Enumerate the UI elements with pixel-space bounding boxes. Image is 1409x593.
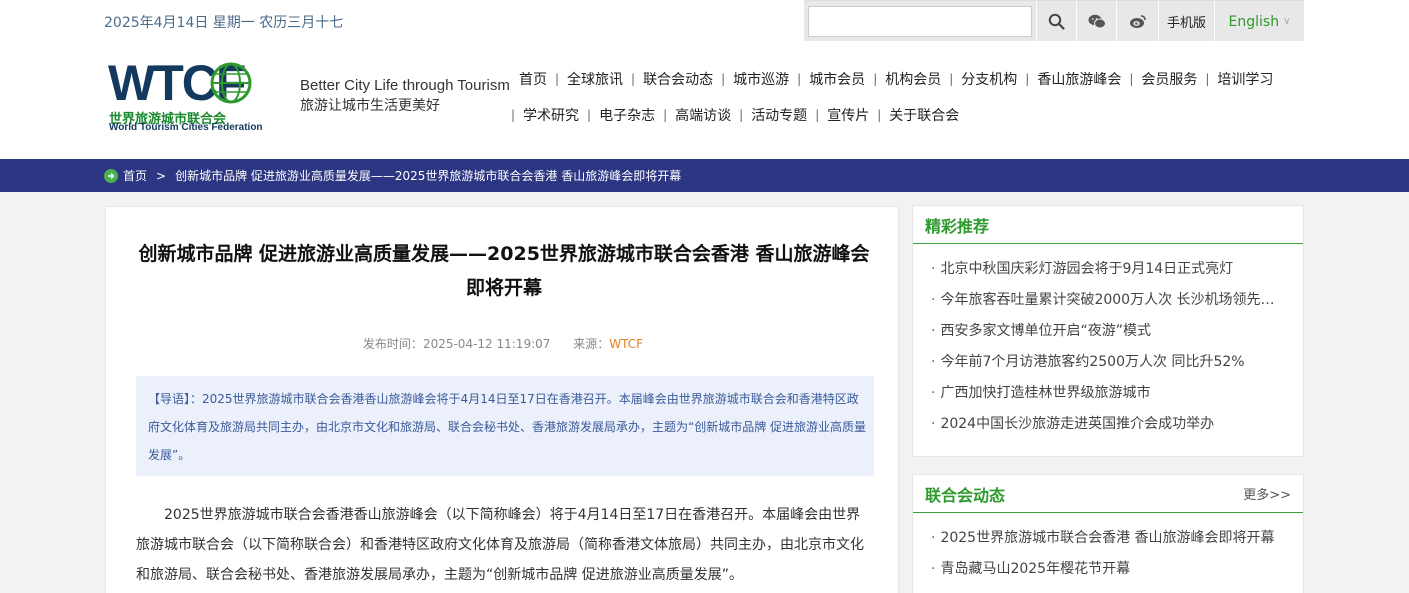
language-switch[interactable]: English ∨: [1214, 1, 1304, 42]
nav-item-e-magazine[interactable]: 电子杂志: [591, 105, 663, 125]
source-value: WTCF: [609, 337, 644, 351]
main-nav-row2: | 学术研究 | 电子杂志 | 高端访谈 | 活动专题 | 宣传片 | 关于联合会: [511, 105, 1311, 125]
breadcrumb: 首页 > 创新城市品牌 促进旅游业高质量发展——2025世界旅游城市联合会香港 …: [104, 159, 681, 192]
search-input[interactable]: [808, 6, 1032, 37]
nav-item-research[interactable]: 学术研究: [515, 105, 587, 125]
slogan-english: Better City Life through Tourism: [300, 77, 510, 94]
list-item[interactable]: 今年前7个月访港旅客约2500万人次 同比升52%: [931, 347, 1285, 378]
source-label: 来源：: [573, 337, 610, 351]
nav-item-event-topics[interactable]: 活动专题: [743, 105, 815, 125]
slogan-chinese: 旅游让城市生活更美好: [300, 98, 440, 114]
list-item[interactable]: 广西加快打造桂林世界级旅游城市: [931, 378, 1285, 409]
list-item[interactable]: 青岛藏马山2025年樱花节开幕: [931, 554, 1285, 585]
language-label: English: [1228, 13, 1280, 30]
slogan: Better City Life through Tourism 旅游让城市生活…: [300, 76, 510, 116]
chevron-down-icon: ∨: [1283, 16, 1291, 27]
list-item[interactable]: 2025世界旅游城市联合会香港 香山旅游峰会即将开幕: [931, 523, 1285, 554]
search-icon: [1048, 13, 1065, 30]
search-box: [804, 1, 1036, 42]
featured-header: 精彩推荐: [913, 206, 1303, 244]
federation-news-header: 联合会动态 更多>>: [913, 475, 1303, 513]
federation-news-panel: 联合会动态 更多>> 2025世界旅游城市联合会香港 香山旅游峰会即将开幕 青岛…: [912, 474, 1304, 593]
weibo-icon: [1129, 15, 1146, 28]
globe-icon: [210, 62, 252, 104]
publish-time: 2025-04-12 11:19:07: [422, 337, 551, 351]
lead-text: 2025世界旅游城市联合会香港香山旅游峰会将于4月14日至17日在香港召开。本届…: [148, 392, 867, 462]
nav-item-member-services[interactable]: 会员服务: [1133, 69, 1205, 89]
nav-item-institution-members[interactable]: 机构会员: [877, 69, 949, 89]
top-toolbar: 手机版 English ∨: [804, 0, 1304, 42]
article-meta: 发布时间：2025-04-12 11:19:07 来源：WTCF: [106, 335, 900, 352]
nav-item-xiangshan-summit[interactable]: 香山旅游峰会: [1029, 69, 1129, 89]
article-panel: 创新城市品牌 促进旅游业高质量发展——2025世界旅游城市联合会香港 香山旅游峰…: [105, 206, 899, 593]
breadcrumb-separator: >: [156, 168, 167, 183]
nav-item-promo-videos[interactable]: 宣传片: [819, 105, 877, 125]
more-link[interactable]: 更多>>: [1243, 484, 1291, 503]
nav-item-interviews[interactable]: 高端访谈: [667, 105, 739, 125]
federation-news-title: 联合会动态: [925, 485, 1006, 505]
article-lead: 【导语】：2025世界旅游城市联合会香港香山旅游峰会将于4月14日至17日在香港…: [136, 376, 874, 476]
site-logo[interactable]: WTCF 世界旅游城市联合会 World Tourism Cities Fede…: [108, 58, 278, 136]
list-item[interactable]: 西安多家文博单位开启“夜游”模式: [931, 316, 1285, 347]
nav-item-global-news[interactable]: 全球旅讯: [559, 69, 631, 89]
list-item[interactable]: 2024中国长沙旅游走进英国推介会成功举办: [931, 409, 1285, 440]
wechat-button[interactable]: [1076, 1, 1116, 42]
list-item[interactable]: 北京中秋国庆彩灯游园会将于9月14日正式亮灯: [931, 254, 1285, 285]
nav-item-federation-news[interactable]: 联合会动态: [635, 69, 721, 89]
featured-panel: 精彩推荐 北京中秋国庆彩灯游园会将于9月14日正式亮灯 今年旅客吞吐量累计突破2…: [912, 205, 1304, 457]
lead-label: 【导语】：: [148, 392, 203, 406]
nav-item-city-members[interactable]: 城市会员: [801, 69, 873, 89]
publish-label: 发布时间：: [362, 337, 423, 351]
main-nav-row1: 首页 | 全球旅讯 | 联合会动态 | 城市巡游 | 城市会员 | 机构会员 | 分支机构 |…: [511, 69, 1311, 89]
weibo-button[interactable]: [1116, 1, 1158, 42]
home-arrow-icon: [104, 168, 118, 183]
list-item[interactable]: 今年旅客吞吐量累计突破2000万人次 长沙机场领先…: [931, 285, 1285, 316]
featured-title: 精彩推荐: [925, 216, 990, 236]
nav-item-home[interactable]: 首页: [511, 69, 555, 89]
wechat-icon: [1088, 14, 1106, 29]
nav-item-training[interactable]: 培训学习: [1209, 69, 1281, 89]
breadcrumb-current[interactable]: 创新城市品牌 促进旅游业高质量发展——2025世界旅游城市联合会香港 香山旅游峰…: [175, 167, 681, 184]
mobile-version-link[interactable]: 手机版: [1158, 1, 1214, 42]
search-button[interactable]: [1036, 1, 1076, 42]
federation-news-list: 2025世界旅游城市联合会香港 香山旅游峰会即将开幕 青岛藏马山2025年樱花节…: [913, 513, 1303, 585]
featured-list: 北京中秋国庆彩灯游园会将于9月14日正式亮灯 今年旅客吞吐量累计突破2000万人…: [913, 244, 1303, 440]
nav-item-city-tour[interactable]: 城市巡游: [725, 69, 797, 89]
article-title: 创新城市品牌 促进旅游业高质量发展——2025世界旅游城市联合会香港 香山旅游峰…: [138, 243, 870, 299]
breadcrumb-home[interactable]: 首页: [123, 167, 147, 184]
nav-item-branches[interactable]: 分支机构: [953, 69, 1025, 89]
nav-item-about[interactable]: 关于联合会: [881, 105, 967, 125]
logo-english-name: World Tourism Cities Federation: [109, 122, 263, 133]
date-text: 2025年4月14日 星期一 农历三月十七: [104, 15, 344, 31]
article-body: 2025世界旅游城市联合会香港香山旅游峰会（以下简称峰会）将于4月14日至17日…: [136, 507, 864, 583]
